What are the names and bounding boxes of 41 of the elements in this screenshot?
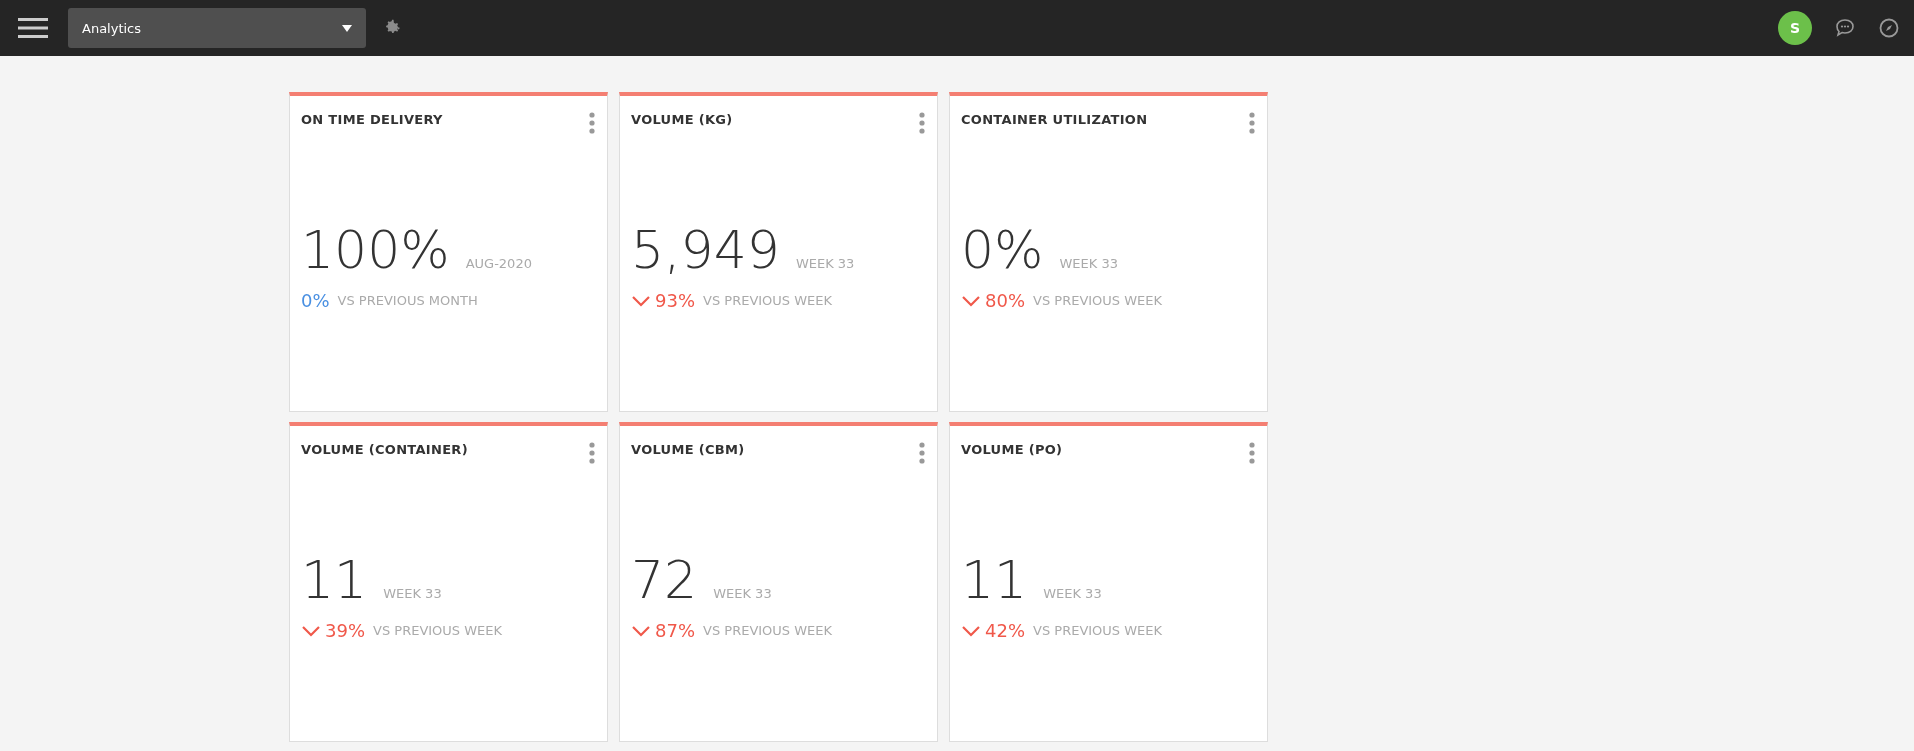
kpi-value: 11 bbox=[961, 554, 1028, 606]
period-label: WEEK 33 bbox=[383, 586, 442, 601]
more-options-icon[interactable] bbox=[589, 112, 595, 134]
period-label: WEEK 33 bbox=[1043, 586, 1102, 601]
comparison-label: VS PREVIOUS WEEK bbox=[1033, 293, 1163, 308]
more-options-icon[interactable] bbox=[1249, 112, 1255, 134]
more-options-icon[interactable] bbox=[589, 442, 595, 464]
more-options-icon[interactable] bbox=[919, 442, 925, 464]
dropdown-caret-icon bbox=[342, 24, 352, 32]
dashboard-dropdown[interactable]: Analytics bbox=[68, 8, 366, 48]
period-label: WEEK 33 bbox=[795, 256, 855, 271]
kpi-value: 72 bbox=[631, 554, 698, 606]
change-percent: 0% bbox=[301, 290, 330, 311]
card-title: ON TIME DELIVERY bbox=[301, 112, 443, 127]
change-percent: 39% bbox=[325, 620, 365, 641]
chat-icon[interactable] bbox=[1834, 17, 1856, 39]
card-title: VOLUME (CONTAINER) bbox=[301, 442, 468, 457]
comparison-label: VS PREVIOUS WEEK bbox=[373, 623, 503, 638]
card-title: VOLUME (PO) bbox=[961, 442, 1063, 457]
kpi-value: 11 bbox=[301, 554, 368, 606]
more-options-icon[interactable] bbox=[919, 112, 925, 134]
kpi-value: 100% bbox=[301, 224, 450, 276]
change-percent: 87% bbox=[655, 620, 695, 641]
comparison-label: VS PREVIOUS WEEK bbox=[703, 293, 833, 308]
kpi-value: 0% bbox=[961, 224, 1044, 276]
more-options-icon[interactable] bbox=[1249, 442, 1255, 464]
period-label: WEEK 33 bbox=[1059, 256, 1118, 271]
card-title: CONTAINER UTILIZATION bbox=[961, 112, 1148, 127]
period-label: AUG-2020 bbox=[465, 256, 532, 271]
comparison-label: VS PREVIOUS MONTH bbox=[337, 293, 478, 308]
comparison-label: VS PREVIOUS WEEK bbox=[703, 623, 833, 638]
change-percent: 80% bbox=[985, 290, 1025, 311]
period-label: WEEK 33 bbox=[713, 586, 772, 601]
card-title: VOLUME (KG) bbox=[631, 112, 733, 127]
kpi-value: 5,949 bbox=[631, 224, 780, 276]
card-title: VOLUME (CBM) bbox=[631, 442, 745, 457]
compass-icon[interactable] bbox=[1878, 17, 1900, 39]
change-percent: 93% bbox=[655, 290, 695, 311]
comparison-label: VS PREVIOUS WEEK bbox=[1033, 623, 1163, 638]
change-percent: 42% bbox=[985, 620, 1025, 641]
menu-icon[interactable] bbox=[18, 17, 48, 39]
